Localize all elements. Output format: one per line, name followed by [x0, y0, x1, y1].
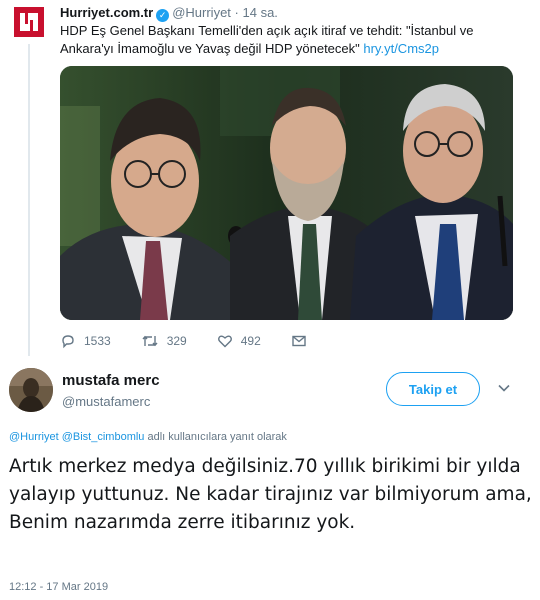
reply-count: 1533 [84, 334, 111, 348]
quoted-tweet-header: Hurriyet.com.tr ✓ @Hurriyet · 14 sa. [60, 5, 278, 22]
quoted-tweet-actions: 1533 329 492 [60, 331, 345, 351]
like-action[interactable]: 492 [217, 333, 261, 349]
quoted-tweet-link[interactable]: hry.yt/Cms2p [363, 41, 439, 56]
reply-action[interactable]: 1533 [60, 333, 111, 349]
retweet-icon [142, 335, 158, 347]
replying-to-suffix: adlı kullanıcılara yanıt olarak [147, 431, 287, 443]
follow-button[interactable]: Takip et [386, 372, 480, 406]
reply-icon [62, 335, 74, 349]
reply-tweet-text: Artık merkez medya değilsiniz.70 yıllık … [9, 456, 532, 533]
hurriyet-logo[interactable] [14, 7, 44, 37]
header-separator: · [234, 5, 239, 20]
quoted-author-name[interactable]: Hurriyet.com.tr [60, 5, 153, 20]
quoted-author-handle[interactable]: @Hurriyet [172, 5, 231, 20]
reply-author-name[interactable]: mustafa merc [62, 372, 160, 389]
message-action[interactable] [291, 333, 315, 349]
reply-timestamp[interactable]: 12:12 - 17 Mar 2019 [9, 581, 108, 593]
like-icon [217, 335, 232, 348]
quoted-tweet-time[interactable]: 14 sa. [243, 5, 278, 20]
message-icon [292, 335, 306, 347]
retweet-count: 329 [166, 334, 187, 348]
verified-badge-icon: ✓ [156, 9, 170, 22]
mention-hurriyet[interactable]: @Hurriyet [9, 431, 59, 443]
quoted-tweet-photo[interactable] [60, 66, 513, 320]
chevron-down-icon[interactable] [497, 381, 511, 395]
like-count: 492 [240, 334, 261, 348]
thread-line [28, 44, 30, 356]
reply-author-handle[interactable]: @mustafamerc [62, 394, 150, 409]
retweet-action[interactable]: 329 [141, 333, 187, 349]
mention-bist-cimbomlu[interactable]: @Bist_cimbomlu [62, 431, 145, 443]
quoted-tweet-text: HDP Eş Genel Başkanı Temelli'den açık aç… [60, 22, 530, 58]
avatar[interactable] [9, 368, 53, 412]
replying-to-line: @Hurriyet @Bist_cimbomlu adlı kullanıcıl… [9, 431, 287, 443]
